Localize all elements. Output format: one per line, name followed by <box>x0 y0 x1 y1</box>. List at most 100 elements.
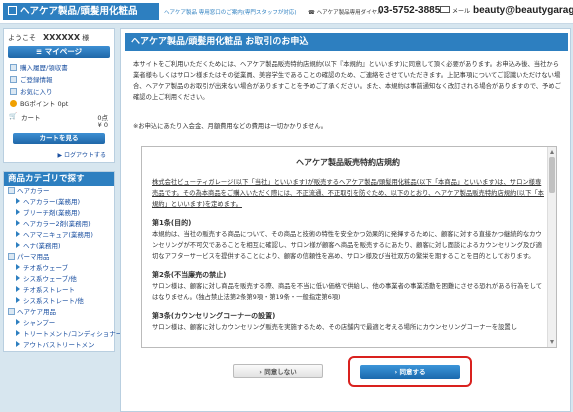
category-icon <box>8 308 15 315</box>
terms-content: ヘアケア製品販売特約店規約 株式会社ビューティガレージ(以下「当社」といいます)… <box>152 157 544 341</box>
article-body: 本規約は、当社の販売する商品について、その商品と技術の特性を安全かつ効果的に発揮… <box>152 231 542 260</box>
category-item[interactable]: ヘアマニキュア(業務用) <box>4 230 114 241</box>
category-item[interactable]: ヘアカラー2剤(業務用) <box>4 219 114 230</box>
category-label: ヘナ(業務用) <box>23 242 61 250</box>
arrow-right-icon <box>16 286 20 292</box>
disagree-button[interactable]: › 同意しない <box>233 364 323 378</box>
email-contact[interactable]: メールbeauty@beautygarage.jp <box>440 5 573 16</box>
arrow-right-icon <box>16 209 20 215</box>
arrow-right-icon <box>16 341 20 347</box>
logout-link[interactable]: ▶ ログアウトする <box>8 150 106 159</box>
category-icon <box>8 187 15 194</box>
category-label: チオ系ウェーブ <box>23 264 69 272</box>
header-subtitle: ヘアケア製品 専用窓口のご案内(専門スタッフが対応) <box>164 10 297 16</box>
terms-preamble: 株式会社ビューティガレージ(以下「当社」といいます)が販売するヘアケア製品/頭髪… <box>152 179 544 208</box>
link-label: ご登録情報 <box>20 76 53 84</box>
terms-box[interactable]: ヘアケア製品販売特約店規約 株式会社ビューティガレージ(以下「当社」といいます)… <box>141 146 557 348</box>
category-label: シス系ストレート/他 <box>23 297 84 305</box>
cart-total: ¥ 0 <box>97 121 108 129</box>
phone-number: 03-5752-3885 <box>378 5 441 16</box>
receipt-icon <box>10 64 17 71</box>
category-item[interactable]: トリートメント/コンディショナー <box>4 329 122 340</box>
profile-icon <box>10 76 17 83</box>
mail-label: メール <box>452 9 471 15</box>
link-label: 購入履歴/領収書 <box>20 64 68 72</box>
link-label: お気に入り <box>20 88 53 96</box>
user-panel: ようこそ XXXXXX 様 ≡ マイページ 購入履歴/領収書 ご登録情報 お気に… <box>3 28 115 163</box>
points-label: BGポイント 0pt <box>20 100 69 108</box>
category-item[interactable]: ヘアカラー(業務用) <box>4 197 114 208</box>
agree-button[interactable]: › 同意する <box>360 365 460 379</box>
article-heading: 第3条(カウンセリングコーナーの設置) <box>152 312 276 320</box>
purchase-history-link[interactable]: 購入履歴/領収書 <box>10 62 110 72</box>
phone-icon: ☎ <box>308 10 315 16</box>
arrow-right-icon <box>16 231 20 237</box>
category-item[interactable]: アウトバストリートメン <box>4 340 114 351</box>
site-header: ヘアケア製品/頭髪用化粧品 ヘアケア製品 専用窓口のご案内(専門スタッフが対応)… <box>0 0 573 24</box>
cart-label: カート <box>21 114 41 122</box>
category-label: トリートメント/コンディショナー <box>23 330 123 338</box>
bg-points: BGポイント 0pt <box>10 98 110 108</box>
mypage-button[interactable]: ≡ マイページ <box>8 46 110 58</box>
category-label: ヘアカラー <box>17 187 50 195</box>
arrow-right-icon <box>16 319 20 325</box>
article-heading: 第1条(目的) <box>152 219 192 227</box>
category-item[interactable]: シス系ウェーブ/他 <box>4 274 114 285</box>
category-item[interactable]: ブリーチ剤(業務用) <box>4 208 114 219</box>
main-content: ヘアケア製品/頭髪用化粧品 お取引のお申込 本サイトをご利用いただくためには、ヘ… <box>120 28 571 412</box>
page-title: ヘアケア製品/頭髪用化粧品 お取引のお申込 <box>125 33 568 51</box>
category-item[interactable]: チオ系ウェーブ <box>4 263 114 274</box>
cart-icon: 🛒 <box>9 112 18 120</box>
email-address: beauty@beautygarage.jp <box>473 5 573 16</box>
welcome-text: ようこそ XXXXXX 様 <box>8 33 110 43</box>
category-label: アウトバストリートメン <box>23 341 95 349</box>
welcome-prefix: ようこそ <box>8 34 36 42</box>
arrow-right-icon <box>16 220 20 226</box>
category-label: ブリーチ剤(業務用) <box>23 209 81 217</box>
site-logo[interactable]: ヘアケア製品/頭髪用化粧品 <box>3 3 159 20</box>
category-item[interactable]: シャンプー <box>4 318 114 329</box>
user-name: XXXXXX <box>43 33 81 42</box>
category-label: シャンプー <box>23 319 56 327</box>
terms-scrollbar[interactable] <box>547 147 556 347</box>
category-label: ヘアマニキュア(業務用) <box>23 231 93 239</box>
arrow-right-icon <box>16 264 20 270</box>
registration-info-link[interactable]: ご登録情報 <box>10 74 110 84</box>
category-label: シス系ウェーブ/他 <box>23 275 77 283</box>
sidebar: ようこそ XXXXXX 様 ≡ マイページ 購入履歴/領収書 ご登録情報 お気に… <box>3 28 122 352</box>
category-item[interactable]: チオ系ストレート <box>4 285 114 296</box>
category-label: チオ系ストレート <box>23 286 75 294</box>
category-item[interactable]: ヘアカラー <box>4 186 114 197</box>
fee-note: ※お申込にあたり入会金、月額費用などの費用は一切かかりません。 <box>133 123 327 130</box>
category-list: ヘアカラーヘアカラー(業務用) ブリーチ剤(業務用) ヘアカラー2剤(業務用) ヘアマ… <box>4 186 122 351</box>
star-icon <box>10 88 17 95</box>
view-cart-button[interactable]: カートを見る <box>13 133 105 144</box>
arrow-right-icon <box>16 297 20 303</box>
category-label: ヘアカラー(業務用) <box>23 198 81 206</box>
mail-icon <box>440 6 450 13</box>
article-body: サロン様は、顧客に対しカウンセリング販売を実施するため、その店舗内で最適と考える… <box>152 324 518 331</box>
article-heading: 第2条(不当廉売の禁止) <box>152 271 227 279</box>
phone-label-text: ヘアケア製品専用ダイヤル <box>316 10 383 16</box>
category-item[interactable]: パーマ用品 <box>4 252 114 263</box>
category-title: 商品カテゴリで探す <box>4 172 114 186</box>
phone-label: ☎ ヘアケア製品専用ダイヤル <box>308 8 382 16</box>
category-label: パーマ用品 <box>17 253 50 261</box>
scroll-up-icon[interactable] <box>550 150 554 154</box>
category-label: ヘアカラー2剤(業務用) <box>23 220 91 228</box>
house-icon <box>8 6 17 15</box>
arrow-right-icon <box>16 330 20 336</box>
scroll-down-icon[interactable] <box>550 340 554 344</box>
points-icon <box>10 100 17 107</box>
category-label: ヘアケア用品 <box>17 308 56 316</box>
article-body: サロン様は、顧客に対し商品を販売する際、商品を不当に低い価格で供給し、他の事業者… <box>152 283 543 301</box>
scroll-thumb[interactable] <box>549 157 555 193</box>
category-panel: 商品カテゴリで探す ヘアカラー ヘアカラー(業務用) ブリーチ剤(業務用) ヘアカラー… <box>3 171 122 352</box>
welcome-suffix: 様 <box>82 34 90 42</box>
terms-articles: 第1条(目的) 本規約は、当社の販売する商品について、その商品と技術の特性を安全か… <box>152 218 544 333</box>
category-item[interactable]: ヘナ(業務用) <box>4 241 114 252</box>
arrow-right-icon <box>16 275 20 281</box>
category-item[interactable]: ヘアケア用品 <box>4 307 114 318</box>
category-item[interactable]: シス系ストレート/他 <box>4 296 114 307</box>
favorites-link[interactable]: お気に入り <box>10 86 110 96</box>
